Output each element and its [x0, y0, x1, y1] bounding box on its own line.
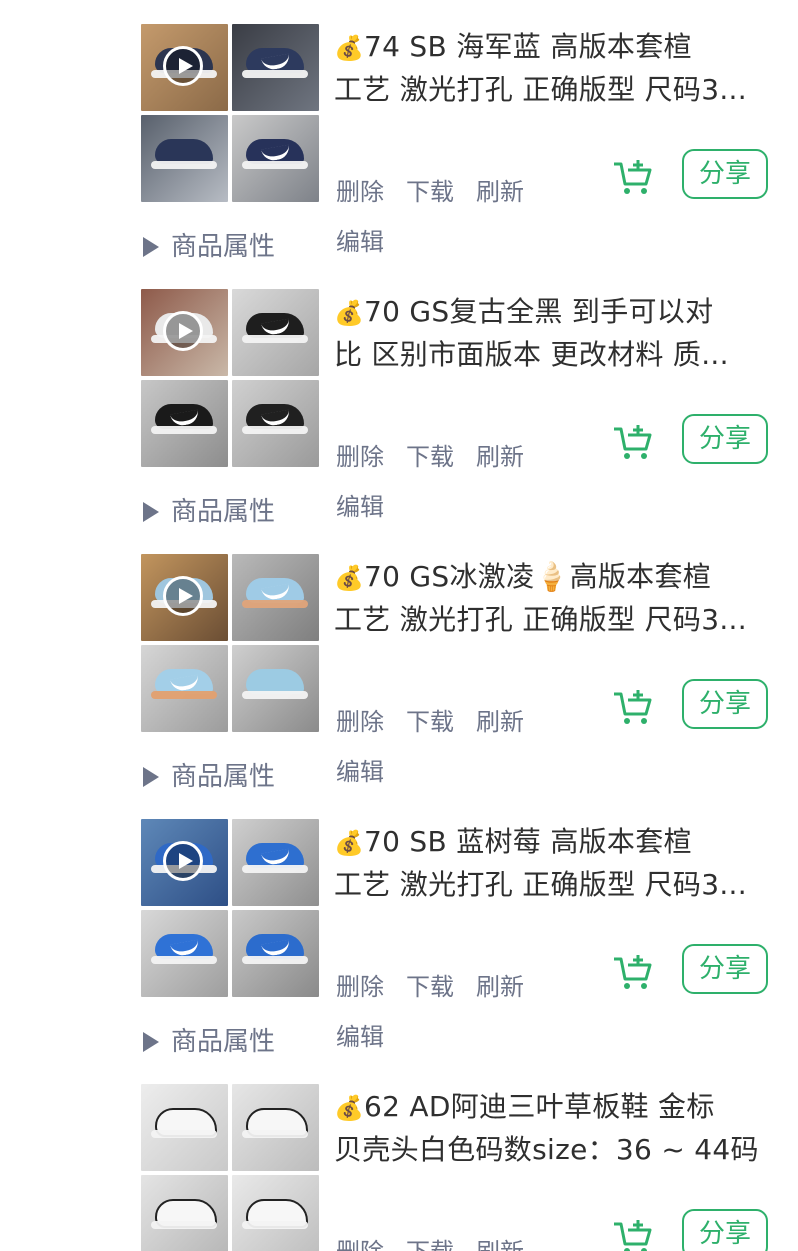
product-image[interactable]: [232, 1175, 319, 1251]
product-item: 💰62 AD阿迪三叶草板鞋 金标 贝壳头白色码数size：36 ~ 44码 删除…: [0, 1060, 798, 1251]
play-video-icon[interactable]: [163, 46, 203, 86]
product-image[interactable]: [141, 115, 228, 202]
share-button[interactable]: 分享: [682, 1209, 768, 1251]
product-image[interactable]: [141, 380, 228, 467]
product-attributes-toggle[interactable]: 商品属性: [143, 226, 275, 263]
product-thumbnails[interactable]: [141, 24, 319, 202]
product-image[interactable]: [232, 910, 319, 997]
product-actions: 删除 下载 刷新: [336, 1232, 546, 1251]
product-actions: 删除下载刷新: [336, 702, 546, 737]
product-title[interactable]: 💰74 SB 海军蓝 高版本套楦 工艺 激光打孔 正确版型 尺码3...: [334, 26, 774, 111]
product-item: 💰70 GS冰激凌🍦高版本套楦 工艺 激光打孔 正确版型 尺码3... 删除 下载…: [0, 530, 798, 795]
product-image[interactable]: [232, 289, 319, 376]
share-button[interactable]: 分享: [682, 414, 768, 464]
product-image[interactable]: [141, 819, 228, 906]
share-button[interactable]: 分享: [682, 944, 768, 994]
triangle-right-icon: [143, 237, 159, 257]
product-image[interactable]: [141, 289, 228, 376]
product-attributes-toggle[interactable]: 商品属性: [143, 491, 275, 528]
share-button[interactable]: 分享: [682, 149, 768, 199]
product-image[interactable]: [232, 554, 319, 641]
play-video-icon[interactable]: [163, 841, 203, 881]
product-actions: 删除下载刷新: [336, 967, 546, 1002]
delete-button[interactable]: 删除: [336, 172, 384, 207]
product-image[interactable]: [232, 645, 319, 732]
product-thumbnails[interactable]: [141, 819, 319, 997]
product-image[interactable]: [232, 819, 319, 906]
product-image[interactable]: [141, 645, 228, 732]
product-item: 💰70 GS复古全黑 到手可以对 比 区别市面版本 更改材料 质... 删除 下载…: [0, 265, 798, 530]
delete-button[interactable]: 删除: [336, 437, 384, 472]
product-image[interactable]: [141, 910, 228, 997]
product-title[interactable]: 💰70 SB 蓝树莓 高版本套楦 工艺 激光打孔 正确版型 尺码3...: [334, 821, 774, 906]
refresh-button[interactable]: 刷新: [476, 1232, 524, 1251]
refresh-button[interactable]: 刷新: [476, 172, 524, 207]
money-bag-icon: 💰: [334, 829, 365, 857]
delete-button[interactable]: 删除: [336, 1232, 384, 1251]
product-title[interactable]: 💰70 GS复古全黑 到手可以对 比 区别市面版本 更改材料 质...: [334, 291, 774, 376]
download-button[interactable]: 下载: [406, 172, 454, 207]
product-image[interactable]: [141, 554, 228, 641]
add-to-cart-icon[interactable]: [612, 158, 654, 196]
product-thumbnails[interactable]: [141, 554, 319, 732]
product-item: 💰70 SB 蓝树莓 高版本套楦 工艺 激光打孔 正确版型 尺码3... 删除下…: [0, 795, 798, 1060]
add-to-cart-icon[interactable]: [612, 953, 654, 991]
product-image[interactable]: [232, 1084, 319, 1171]
product-item: 💰74 SB 海军蓝 高版本套楦 工艺 激光打孔 正确版型 尺码3... 删除下…: [0, 0, 798, 265]
product-title[interactable]: 💰62 AD阿迪三叶草板鞋 金标 贝壳头白色码数size：36 ~ 44码: [334, 1086, 774, 1171]
refresh-button[interactable]: 刷新: [476, 967, 524, 1002]
product-image[interactable]: [232, 115, 319, 202]
add-to-cart-icon[interactable]: [612, 688, 654, 726]
product-thumbnails[interactable]: [141, 289, 319, 467]
triangle-right-icon: [143, 767, 159, 787]
play-video-icon[interactable]: [163, 576, 203, 616]
product-image[interactable]: [141, 24, 228, 111]
product-image[interactable]: [232, 24, 319, 111]
download-button[interactable]: 下载: [406, 967, 454, 1002]
download-button[interactable]: 下载: [406, 702, 454, 737]
product-actions: 删除下载刷新: [336, 437, 546, 472]
edit-button[interactable]: 编辑: [336, 1017, 384, 1052]
product-image[interactable]: [141, 1175, 228, 1251]
add-to-cart-icon[interactable]: [612, 1218, 654, 1251]
product-image[interactable]: [141, 1084, 228, 1171]
delete-button[interactable]: 删除: [336, 967, 384, 1002]
download-button[interactable]: 下载: [406, 1232, 454, 1251]
product-attributes-toggle[interactable]: 商品属性: [143, 1021, 275, 1058]
money-bag-icon: 💰: [334, 299, 365, 327]
add-to-cart-icon[interactable]: [612, 423, 654, 461]
money-bag-icon: 💰: [334, 564, 365, 592]
refresh-button[interactable]: 刷新: [476, 437, 524, 472]
product-thumbnails[interactable]: [141, 1084, 319, 1251]
play-video-icon[interactable]: [163, 311, 203, 351]
triangle-right-icon: [143, 502, 159, 522]
edit-button[interactable]: 编辑: [336, 752, 384, 787]
triangle-right-icon: [143, 1032, 159, 1052]
product-image[interactable]: [232, 380, 319, 467]
download-button[interactable]: 下载: [406, 437, 454, 472]
product-title[interactable]: 💰70 GS冰激凌🍦高版本套楦 工艺 激光打孔 正确版型 尺码3...: [334, 556, 774, 641]
money-bag-icon: 💰: [334, 34, 365, 62]
product-actions: 删除下载刷新: [336, 172, 546, 207]
money-bag-icon: 💰: [334, 1094, 365, 1122]
edit-button[interactable]: 编辑: [336, 222, 384, 257]
share-button[interactable]: 分享: [682, 679, 768, 729]
product-attributes-toggle[interactable]: 商品属性: [143, 756, 275, 793]
delete-button[interactable]: 删除: [336, 702, 384, 737]
edit-button[interactable]: 编辑: [336, 487, 384, 522]
refresh-button[interactable]: 刷新: [476, 702, 524, 737]
